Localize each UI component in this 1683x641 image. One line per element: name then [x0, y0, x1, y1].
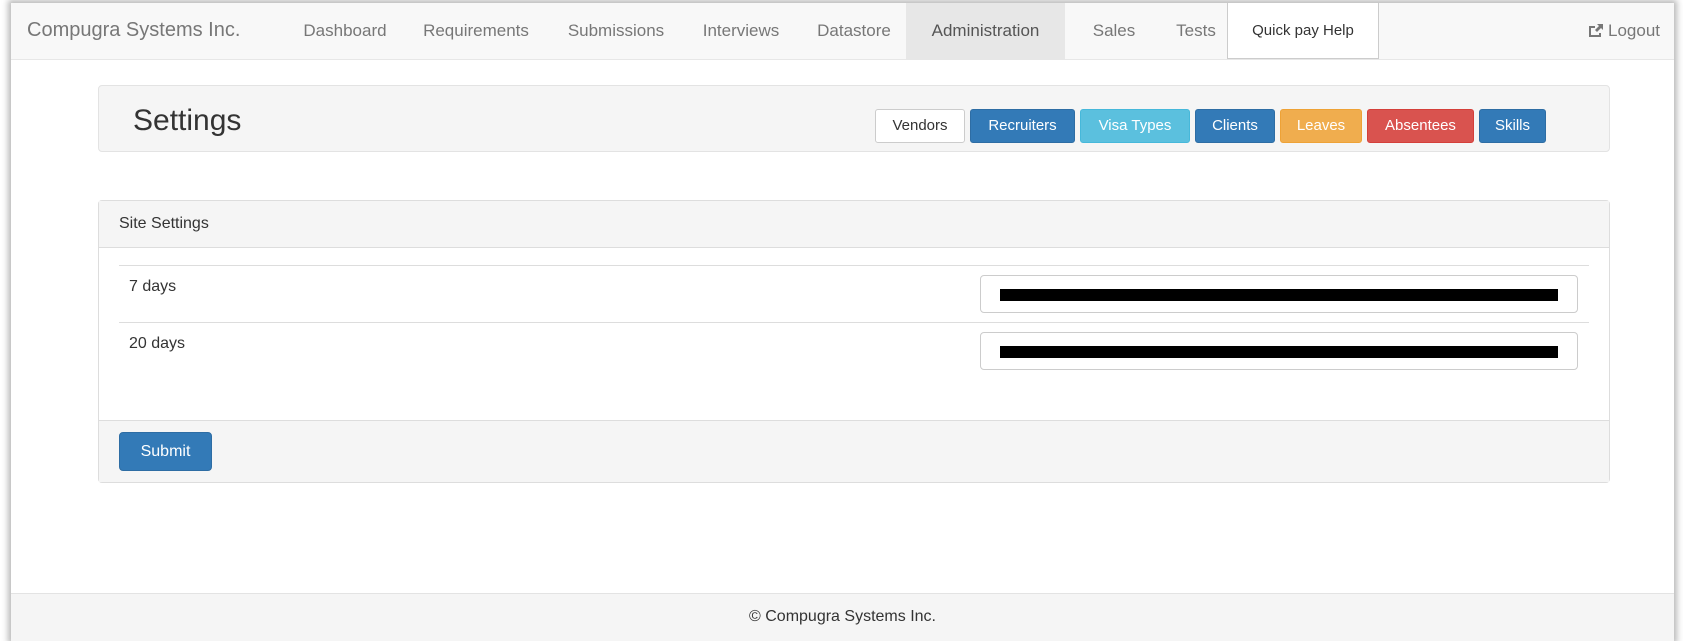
panel-footer: Submit: [99, 420, 1609, 482]
nav-administration[interactable]: Administration: [906, 3, 1065, 59]
visa-types-button[interactable]: Visa Types: [1080, 109, 1190, 143]
nav-requirements[interactable]: Requirements: [406, 3, 546, 59]
page-title: Settings: [133, 104, 242, 137]
absentees-button[interactable]: Absentees: [1367, 109, 1474, 143]
leaves-button[interactable]: Leaves: [1280, 109, 1362, 143]
setting-value-input[interactable]: [980, 275, 1578, 313]
setting-value-input[interactable]: [980, 332, 1578, 370]
redacted-value: [1000, 289, 1558, 301]
setting-row: 20 days: [119, 322, 1589, 379]
recruiters-button[interactable]: Recruiters: [970, 109, 1075, 143]
logout-link[interactable]: Logout: [1588, 3, 1660, 59]
page-footer: © Compugra Systems Inc.: [11, 593, 1674, 641]
nav-datastore[interactable]: Datastore: [801, 3, 907, 59]
setting-label: 7 days: [129, 278, 177, 295]
skills-button[interactable]: Skills: [1479, 109, 1546, 143]
nav-interviews[interactable]: Interviews: [685, 3, 797, 59]
redacted-value: [1000, 346, 1558, 358]
nav-sales[interactable]: Sales: [1069, 3, 1159, 59]
brand-link[interactable]: Compugra Systems Inc.: [27, 3, 240, 60]
nav-dashboard[interactable]: Dashboard: [287, 3, 403, 59]
submit-button[interactable]: Submit: [119, 432, 212, 471]
nav-tests[interactable]: Tests: [1155, 3, 1237, 59]
vendors-button[interactable]: Vendors: [875, 109, 965, 143]
setting-row: 7 days: [119, 265, 1589, 322]
share-square-icon: [1588, 21, 1608, 40]
nav-quick-pay-help[interactable]: Quick pay Help: [1227, 3, 1379, 59]
settings-header-well: Settings Vendors Recruiters Visa Types C…: [98, 85, 1610, 152]
nav-submissions[interactable]: Submissions: [550, 3, 682, 59]
app-window: Compugra Systems Inc. Dashboard Requirem…: [11, 3, 1674, 641]
clients-button[interactable]: Clients: [1195, 109, 1275, 143]
logout-label: Logout: [1608, 21, 1660, 40]
site-settings-panel: Site Settings 7 days 20 days Submit: [98, 200, 1610, 483]
setting-label: 20 days: [129, 335, 186, 352]
top-navbar: Compugra Systems Inc. Dashboard Requirem…: [11, 3, 1674, 60]
panel-heading: Site Settings: [99, 201, 1609, 248]
